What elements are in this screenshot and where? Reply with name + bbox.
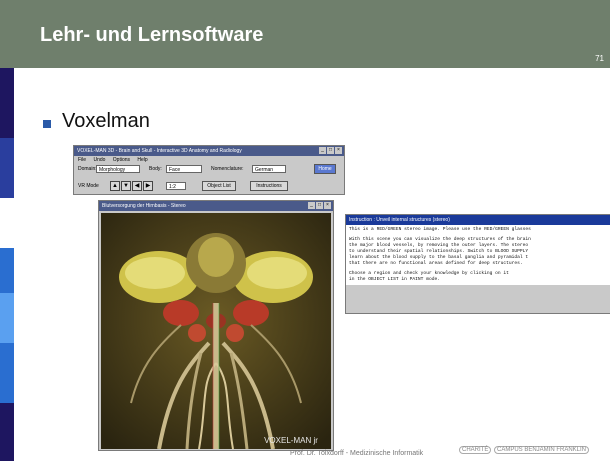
bullet-voxelman: Voxelman — [62, 110, 150, 132]
instruction-text: This is a RED/GREEN stereo image. Please… — [346, 225, 610, 285]
arrow-up-icon[interactable]: ▲ — [110, 181, 120, 191]
image-window-titlebar: Blutversorgung der Hirnbasis - Stereo _ □… — [99, 201, 333, 211]
arrow-left-icon[interactable]: ◀ — [132, 181, 142, 191]
instructions-button[interactable]: Instructions — [250, 181, 288, 191]
domain-select[interactable]: Morphology — [96, 165, 140, 173]
menu-undo[interactable]: Undo — [93, 157, 105, 163]
arrow-down-icon[interactable]: ▼ — [121, 181, 131, 191]
instruction-window-title: Instruction : Unveil internal structures… — [349, 217, 450, 223]
toolbar-window-title: VOXEL-MAN 3D - Brain and Skull - Interac… — [77, 148, 242, 154]
slide-title: Lehr- und Lernsoftware — [40, 24, 264, 46]
brain-stereo-image[interactable]: VOXEL-MAN jr — [101, 213, 331, 449]
close-icon[interactable]: × — [324, 202, 331, 209]
slide-footer: Prof. Dr. Tolxdorff - Medizinische Infor… — [290, 450, 424, 457]
instruction-line: that there are no functional areas defin… — [349, 261, 523, 266]
object-list-button[interactable]: Object List — [202, 181, 236, 191]
body-select[interactable]: Face — [166, 165, 202, 173]
arrow-right-icon[interactable]: ▶ — [143, 181, 153, 191]
menu-bar: File Undo Options Help — [74, 156, 344, 165]
slide-header: Lehr- und Lernsoftware 71 — [0, 0, 610, 68]
nomenclature-label: Nomenclature: — [211, 166, 244, 172]
nomenclature-select[interactable]: German — [252, 165, 286, 173]
toolbar-window-titlebar: VOXEL-MAN 3D - Brain and Skull - Interac… — [74, 146, 344, 156]
brain-vessels-graphic: VOXEL-MAN jr — [101, 213, 331, 449]
slide-number: 71 — [595, 54, 604, 63]
vr-mode-label: VR Mode — [78, 183, 99, 189]
menu-file[interactable]: File — [78, 157, 86, 163]
stereo-image-window: Blutversorgung der Hirnbasis - Stereo _ □… — [98, 200, 334, 451]
body-label: Body: — [149, 166, 162, 172]
close-icon[interactable]: × — [335, 147, 342, 154]
instruction-line: in the OBJECT LIST in PAINT mode. — [349, 277, 440, 282]
bullet-marker — [43, 120, 51, 128]
sidebar-color-bar — [0, 68, 14, 461]
domain-label: Domain: — [78, 166, 97, 172]
maximize-icon[interactable]: □ — [327, 147, 334, 154]
zoom-select[interactable]: 1:2 — [166, 182, 186, 190]
menu-help[interactable]: Help — [137, 157, 147, 163]
minimize-icon[interactable]: _ — [319, 147, 326, 154]
instruction-window-titlebar: Instruction : Unveil internal structures… — [346, 215, 610, 225]
minimize-icon[interactable]: _ — [308, 202, 315, 209]
campus-logo: CAMPUS BENJAMIN FRANKLIN — [494, 446, 590, 454]
menu-options[interactable]: Options — [113, 157, 130, 163]
instruction-line: This is a RED/GREEN stereo image. Please… — [349, 227, 531, 232]
home-button[interactable]: Home — [314, 164, 336, 174]
instruction-window: Instruction : Unveil internal structures… — [345, 214, 610, 314]
voxelman-toolbar-window: VOXEL-MAN 3D - Brain and Skull - Interac… — [73, 145, 345, 195]
charite-logo: CHARITÉ — [459, 446, 492, 454]
maximize-icon[interactable]: □ — [316, 202, 323, 209]
voxelman-watermark: VOXEL-MAN jr — [264, 436, 318, 445]
image-window-title: Blutversorgung der Hirnbasis - Stereo — [102, 203, 186, 209]
